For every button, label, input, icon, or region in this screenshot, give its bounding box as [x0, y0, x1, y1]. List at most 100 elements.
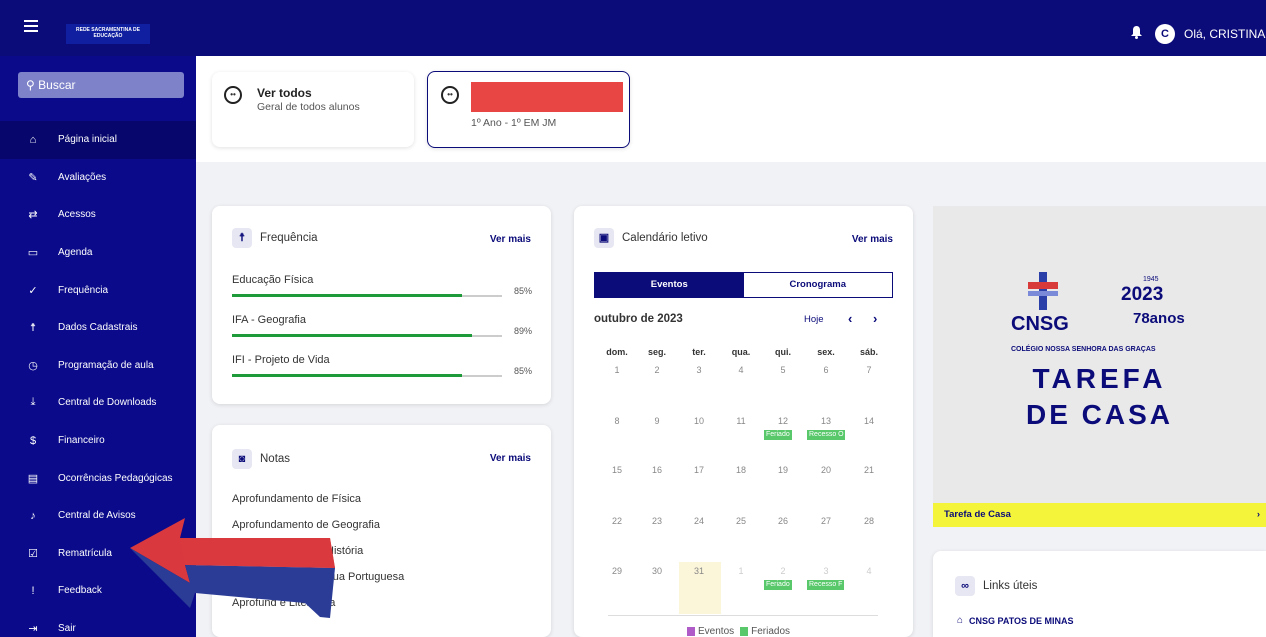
student-selector: •• Ver todos Geral de todos alunos •• 1º… [196, 56, 1266, 162]
frequency-row: IFA - Geografia 89% [232, 314, 532, 337]
calendar-day[interactable]: 17 [679, 465, 719, 475]
calendar-day[interactable]: 15 [597, 465, 637, 475]
tarefa-bar-label: Tarefa de Casa [944, 509, 1011, 520]
calendar-day[interactable]: 31 [679, 566, 719, 576]
divider [608, 615, 878, 616]
calendar-day[interactable]: 26 [763, 516, 803, 526]
pencil-icon: ✎ [28, 171, 38, 184]
today-button[interactable]: Hoje [804, 314, 824, 325]
weekday-label: seg. [647, 347, 666, 357]
notas-ver-mais[interactable]: Ver mais [490, 453, 531, 464]
dollar-icon: $ [29, 434, 37, 447]
calendar-ver-mais[interactable]: Ver mais [852, 234, 893, 245]
calendar-day[interactable]: 12 [763, 416, 803, 426]
calendar-card: ▣ Calendário letivo Ver mais Eventos Cron… [574, 206, 913, 637]
arrow-overlay [130, 518, 335, 618]
calendar-event-tag[interactable]: Recesso O [807, 430, 845, 440]
calendar-event-tag[interactable]: Recesso F [807, 580, 845, 590]
calendar-day[interactable]: 20 [806, 465, 846, 475]
calendar-day[interactable]: 27 [806, 516, 846, 526]
chevron-left-icon[interactable]: ‹ [848, 311, 852, 326]
calendar-day[interactable]: 18 [721, 465, 761, 475]
calendar-day[interactable]: 4 [849, 566, 889, 576]
sidebar-item-1[interactable]: ⌂ Página inicial [0, 121, 196, 159]
calendar-day[interactable]: 19 [763, 465, 803, 475]
calendar-day[interactable]: 1 [597, 365, 637, 375]
calendar-day[interactable]: 10 [679, 416, 719, 426]
calendar-day[interactable]: 6 [806, 365, 846, 375]
calendar-day[interactable]: 28 [849, 516, 889, 526]
sidebar-item-label: Rematrícula [58, 547, 112, 559]
sidebar-item-label: Sair [58, 623, 76, 635]
calendar-day[interactable]: 23 [637, 516, 677, 526]
bell-icon[interactable] [1131, 26, 1142, 39]
link-item[interactable]: ⌂ CNSG PATOS DE MINAS [957, 615, 1074, 626]
calendar-day[interactable]: 2 [637, 365, 677, 375]
search-icon: ⚲ [26, 78, 35, 92]
sidebar-item-label: Central de Downloads [58, 397, 157, 409]
weekday-label: sáb. [859, 347, 878, 357]
calendar-day[interactable]: 30 [637, 566, 677, 576]
sidebar-item-7[interactable]: ◷ Programação de aula [0, 347, 196, 385]
calendar-event-tag[interactable]: Feriado [764, 430, 792, 440]
calendar-day[interactable]: 5 [763, 365, 803, 375]
tarefa-bar[interactable]: Tarefa de Casa › [933, 503, 1266, 527]
bell-icon: ♪ [30, 509, 36, 522]
calendar-day[interactable]: 29 [597, 566, 637, 576]
frequencia-ver-mais[interactable]: Ver mais [490, 234, 531, 245]
top-bar: REDE SACRAMENTINA DE EDUCAÇÃO C Olá, CRI… [0, 0, 1266, 56]
calendar-day[interactable]: 7 [849, 365, 889, 375]
calendar-day[interactable]: 3 [806, 566, 846, 576]
all-students-card[interactable]: •• Ver todos Geral de todos alunos [212, 72, 414, 147]
avatar[interactable]: C [1155, 24, 1175, 44]
calendar-day[interactable]: 9 [637, 416, 677, 426]
frequencia-title: Frequência [260, 232, 318, 244]
sidebar-item-8[interactable]: ⤓ Central de Downloads [0, 384, 196, 422]
calendar-day[interactable]: 8 [597, 416, 637, 426]
calendar-day[interactable]: 16 [637, 465, 677, 475]
calendar-day[interactable]: 13 [806, 416, 846, 426]
frequency-row: Educação Física 85% [232, 274, 532, 297]
subject-name: IFI - Projeto de Vida [232, 354, 330, 366]
calendar-day[interactable]: 25 [721, 516, 761, 526]
calendar-day[interactable]: 2 [763, 566, 803, 576]
subject-name: Educação Física [232, 274, 314, 286]
sidebar-item-10[interactable]: ▤ Ocorrências Pedagógicas [0, 459, 196, 497]
tab-cronograma[interactable]: Cronograma [744, 273, 893, 297]
anos-label: 78anos [1133, 310, 1185, 327]
search-input[interactable]: ⚲ Buscar [18, 72, 184, 98]
logo[interactable]: REDE SACRAMENTINA DE EDUCAÇÃO [66, 24, 150, 44]
notas-item[interactable]: Aprofundamento de Física [232, 493, 361, 505]
menu-icon[interactable] [24, 20, 38, 32]
sidebar-item-4[interactable]: ▭ Agenda [0, 234, 196, 272]
calendar-day[interactable]: 22 [597, 516, 637, 526]
download-icon: ⤓ [30, 396, 36, 409]
sidebar-item-6[interactable]: ☨ Dados Cadastrais [0, 309, 196, 347]
sidebar-item-9[interactable]: $ Financeiro [0, 422, 196, 460]
calendar-day[interactable]: 1 [721, 566, 761, 576]
sidebar-item-2[interactable]: ✎ Avaliações [0, 159, 196, 197]
calendar-icon: ▭ [27, 247, 39, 260]
document-icon: ▤ [27, 472, 39, 485]
calendar-day[interactable]: 11 [721, 416, 761, 426]
sidebar-item-5[interactable]: ✓ Frequência [0, 271, 196, 309]
sidebar-item-3[interactable]: ⇄ Acessos [0, 196, 196, 234]
calendar-day[interactable]: 24 [679, 516, 719, 526]
calendar-icon: ▣ [594, 228, 614, 248]
subject-name: IFA - Geografia [232, 314, 306, 326]
chevron-right-icon[interactable]: › [873, 311, 877, 326]
calendar-day[interactable]: 14 [849, 416, 889, 426]
home-icon: ⌂ [29, 133, 37, 146]
calendar-day[interactable]: 21 [849, 465, 889, 475]
tarefa-banner[interactable]: CNSG 1945 2023 78anos COLÉGIO NOSSA SENH… [933, 206, 1266, 527]
calendar-event-tag[interactable]: Feriado [764, 580, 792, 590]
progress-fill [232, 294, 462, 297]
progress-bar [232, 334, 502, 337]
calendar-day[interactable]: 4 [721, 365, 761, 375]
user-greeting[interactable]: Olá, CRISTINA [1184, 27, 1265, 41]
frequency-percent: 85% [513, 286, 532, 296]
cnsg-cross-logo [1028, 272, 1058, 310]
student-card-selected[interactable]: •• 1º Ano - 1º EM JM [427, 71, 630, 148]
calendar-day[interactable]: 3 [679, 365, 719, 375]
tab-eventos[interactable]: Eventos [595, 273, 744, 297]
